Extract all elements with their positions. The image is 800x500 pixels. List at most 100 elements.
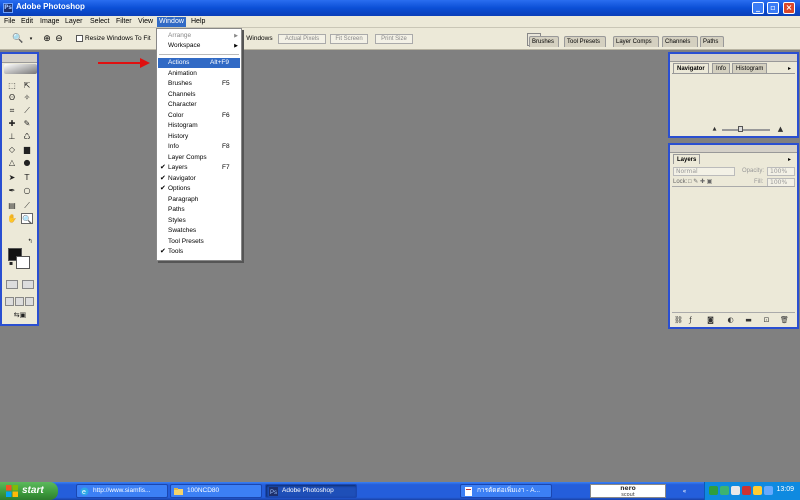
toolbox-header[interactable] bbox=[2, 54, 37, 63]
tray-language-icon[interactable] bbox=[764, 486, 773, 495]
window-menu-item-character[interactable]: Character bbox=[158, 100, 240, 110]
window-menu-item-color[interactable]: Color F6 bbox=[158, 111, 240, 121]
layer-style-icon[interactable]: ƒ bbox=[686, 316, 695, 325]
zoom-out-small-icon[interactable]: ▲ bbox=[710, 125, 719, 134]
window-menu-item-layer-comps[interactable]: Layer Comps bbox=[158, 153, 240, 163]
brush-tool-icon[interactable]: ✎ bbox=[21, 118, 33, 129]
palette-tab-channels[interactable]: Channels bbox=[662, 36, 698, 47]
window-menu-item-swatches[interactable]: Swatches bbox=[158, 226, 240, 236]
panel-menu-icon[interactable]: ▸ bbox=[788, 156, 795, 163]
zoom-out-icon[interactable]: ⊖ bbox=[54, 34, 64, 44]
window-menu-item-actions[interactable]: Actions Alt+F9 bbox=[158, 58, 240, 68]
window-menu-item-navigator[interactable]: ✔ Navigator bbox=[158, 174, 240, 184]
menu-edit[interactable]: Edit bbox=[19, 17, 35, 27]
marquee-tool-icon[interactable]: ⬚ bbox=[6, 80, 18, 91]
dodge-tool-icon[interactable]: ● bbox=[21, 157, 33, 168]
type-tool-icon[interactable]: T bbox=[21, 172, 33, 183]
tab-histogram[interactable]: Histogram bbox=[732, 63, 768, 73]
window-menu-item-history[interactable]: History bbox=[158, 132, 240, 142]
close-button[interactable]: × bbox=[783, 2, 795, 14]
lasso-tool-icon[interactable]: ʘ bbox=[6, 92, 18, 103]
notes-tool-icon[interactable]: ▤ bbox=[6, 200, 18, 211]
zoom-in-icon[interactable]: ⊕ bbox=[42, 34, 52, 44]
tab-info[interactable]: Info bbox=[712, 63, 731, 73]
window-menu-item-paragraph[interactable]: Paragraph bbox=[158, 195, 240, 205]
restore-button[interactable]: ▫ bbox=[767, 2, 779, 14]
history-brush-tool-icon[interactable]: ♺ bbox=[21, 131, 33, 142]
menu-window[interactable]: Window bbox=[157, 17, 186, 27]
full-screen-menu-mode-button[interactable] bbox=[15, 297, 24, 306]
taskbar-item-photoshop[interactable]: Ps Adobe Photoshop bbox=[265, 484, 357, 498]
palette-tab-tool-presets[interactable]: Tool Presets bbox=[564, 36, 606, 47]
taskbar-item-document[interactable]: การตัดต่อเพิ่มเงา - A... bbox=[460, 484, 552, 498]
new-group-icon[interactable]: ▬ bbox=[744, 316, 753, 325]
tray-network-icon[interactable] bbox=[720, 486, 729, 495]
adobe-feather-logo[interactable] bbox=[4, 64, 37, 74]
taskbar-item-browser[interactable]: e http://www.siamfis... bbox=[76, 484, 168, 498]
clone-stamp-tool-icon[interactable]: ⊥ bbox=[6, 131, 18, 142]
window-menu-item-channels[interactable]: Channels bbox=[158, 90, 240, 100]
opacity-field[interactable]: 100% bbox=[767, 167, 795, 176]
window-menu-item-info[interactable]: Info F8 bbox=[158, 142, 240, 152]
shape-tool-icon[interactable]: ○ bbox=[21, 185, 33, 196]
minimize-button[interactable]: _ bbox=[752, 2, 764, 14]
hand-tool-icon[interactable]: ✋ bbox=[6, 213, 18, 224]
fit-screen-button[interactable]: Fit Screen bbox=[330, 34, 368, 44]
blend-mode-select[interactable]: Normal bbox=[673, 167, 735, 176]
palette-tab-paths[interactable]: Paths bbox=[700, 36, 724, 47]
palette-tab-layer-comps[interactable]: Layer Comps bbox=[613, 36, 659, 47]
clock[interactable]: 13:09 bbox=[776, 486, 794, 493]
window-menu-item-histogram[interactable]: Histogram bbox=[158, 121, 240, 131]
magic-wand-tool-icon[interactable]: ✧ bbox=[21, 92, 33, 103]
palette-tab-brushes[interactable]: Brushes bbox=[529, 36, 559, 47]
tool-preset-dropdown-icon[interactable]: ▾ bbox=[26, 34, 36, 44]
zoom-in-large-icon[interactable]: ▲ bbox=[776, 125, 785, 134]
window-menu-item-tools[interactable]: ✔ Tools bbox=[158, 247, 240, 257]
window-menu-item-animation[interactable]: Animation bbox=[158, 69, 240, 79]
full-screen-mode-button[interactable] bbox=[25, 297, 34, 306]
window-menu-item-paths[interactable]: Paths bbox=[158, 205, 240, 215]
tray-antivirus-icon[interactable] bbox=[742, 486, 751, 495]
jump-to-imageready-icon[interactable]: ⇆▣ bbox=[7, 310, 33, 321]
start-button[interactable]: start bbox=[0, 482, 58, 500]
tray-expand-icon[interactable]: « bbox=[680, 487, 689, 496]
link-layers-icon[interactable]: ⛓ bbox=[674, 316, 683, 325]
path-selection-tool-icon[interactable]: ➤ bbox=[6, 172, 18, 183]
tray-security-icon[interactable] bbox=[709, 486, 718, 495]
new-layer-icon[interactable]: ⊡ bbox=[762, 316, 771, 325]
window-menu-item-brushes[interactable]: Brushes F5 bbox=[158, 79, 240, 89]
trash-icon[interactable]: 🗑 bbox=[780, 316, 789, 325]
panel-title-bar[interactable] bbox=[670, 54, 797, 62]
crop-tool-icon[interactable]: ⌗ bbox=[6, 105, 18, 116]
standard-mode-button[interactable] bbox=[6, 280, 18, 289]
menu-select[interactable]: Select bbox=[88, 17, 111, 27]
tab-layers[interactable]: Layers bbox=[673, 154, 701, 164]
resize-windows-checkbox[interactable] bbox=[76, 35, 83, 42]
layer-mask-icon[interactable]: ◙ bbox=[706, 316, 715, 325]
tray-app-icon[interactable] bbox=[731, 486, 740, 495]
blur-tool-icon[interactable]: △ bbox=[6, 157, 18, 168]
gradient-tool-icon[interactable]: ▆ bbox=[21, 144, 33, 155]
window-menu-item-arrange[interactable]: Arrange ▶ bbox=[158, 31, 240, 41]
menu-help[interactable]: Help bbox=[189, 17, 207, 27]
zoom-tool-icon[interactable]: 🔍 bbox=[12, 34, 23, 44]
eyedropper-tool-icon[interactable]: ⟋ bbox=[21, 200, 33, 211]
background-color-swatch[interactable] bbox=[16, 256, 30, 269]
eraser-tool-icon[interactable]: ◇ bbox=[6, 144, 18, 155]
panel-menu-icon[interactable]: ▸ bbox=[788, 65, 795, 72]
window-menu-item-layers[interactable]: ✔ Layers F7 bbox=[158, 163, 240, 173]
menu-file[interactable]: File bbox=[2, 17, 17, 27]
tab-navigator[interactable]: Navigator bbox=[673, 63, 709, 73]
slice-tool-icon[interactable]: ⟋ bbox=[21, 105, 33, 116]
taskbar-item-folder[interactable]: 100NCD80 bbox=[170, 484, 262, 498]
standard-screen-mode-button[interactable] bbox=[5, 297, 14, 306]
menu-image[interactable]: Image bbox=[38, 17, 61, 27]
nero-scout-widget[interactable]: nero scout bbox=[590, 484, 666, 498]
zoom-tool-icon-selected[interactable]: 🔍 bbox=[21, 213, 33, 224]
move-tool-icon[interactable]: ⇱ bbox=[21, 80, 33, 91]
navigator-zoom-slider[interactable] bbox=[722, 126, 770, 132]
lock-icons[interactable]: □ ✎ ✚ ▣ bbox=[688, 178, 712, 185]
healing-brush-tool-icon[interactable]: ✚ bbox=[6, 118, 18, 129]
adjustment-layer-icon[interactable]: ◐ bbox=[726, 316, 735, 325]
quick-mask-mode-button[interactable] bbox=[22, 280, 34, 289]
